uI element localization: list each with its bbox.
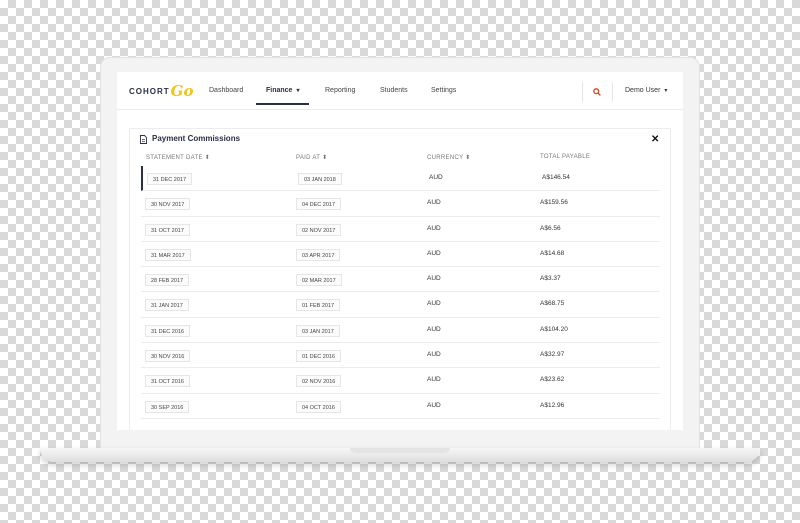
statement-date-chip: 30 NOV 2017 — [145, 198, 191, 211]
paid-at-chip: 01 FEB 2017 — [296, 299, 341, 312]
paid-at-chip: 03 JAN 2018 — [298, 173, 342, 185]
statement-date-chip: 31 DEC 2016 — [145, 324, 191, 337]
document-icon — [140, 135, 147, 144]
nav-divider — [612, 82, 613, 102]
table-row[interactable]: 30 SEP 2016 04 OCT 2016 AUD A$12.96 — [141, 394, 660, 419]
total-payable-cell: A$146.54 — [542, 174, 570, 181]
statement-date-chip: 31 OCT 2017 — [145, 223, 190, 236]
user-menu[interactable]: Demo User ▾ — [625, 72, 667, 110]
statement-date-chip: 31 OCT 2016 — [145, 375, 190, 388]
statement-date-chip: 31 MAR 2017 — [145, 248, 191, 261]
search-icon[interactable] — [593, 88, 601, 96]
total-payable-cell: A$23.62 — [540, 376, 565, 384]
paid-at-chip: 02 NOV 2016 — [296, 375, 342, 388]
statement-date-chip: 31 JAN 2017 — [145, 299, 189, 312]
nav-divider — [582, 82, 583, 102]
total-payable-cell: A$104.20 — [540, 325, 568, 333]
chevron-down-icon: ▾ — [296, 88, 300, 94]
paid-at-chip: 01 DEC 2016 — [296, 350, 342, 363]
column-header-currency[interactable]: CURRENCY ⬍ — [427, 154, 471, 161]
total-payable-cell: A$6.56 — [540, 224, 561, 232]
statement-date-chip: 28 FEB 2017 — [145, 274, 190, 287]
top-navigation: COHORT Go Dashboard Finance ▾ Reporting S… — [117, 72, 683, 110]
paid-at-chip: 04 OCT 2016 — [296, 400, 341, 413]
total-payable-cell: A$3.37 — [540, 275, 561, 283]
currency-cell: AUD — [427, 376, 441, 384]
currency-cell: AUD — [427, 199, 441, 207]
commissions-table: 31 DEC 2017 03 JAN 2018 AUD A$146.54 30 NOV … — [141, 166, 660, 419]
app-screen: COHORT Go Dashboard Finance ▾ Reporting S… — [117, 72, 683, 430]
column-header-statement-date[interactable]: STATEMENT DATE ⬍ — [146, 154, 210, 161]
nav-label: Settings — [431, 87, 457, 94]
total-payable-cell: A$68.75 — [540, 300, 565, 308]
currency-cell: AUD — [429, 174, 443, 181]
paid-at-chip: 03 APR 2017 — [296, 248, 341, 261]
total-payable-cell: A$32.97 — [540, 351, 565, 359]
column-header-paid-at[interactable]: PAID AT ⬍ — [296, 154, 327, 161]
currency-cell: AUD — [427, 249, 441, 257]
paid-at-chip: 02 MAR 2017 — [296, 274, 342, 287]
total-payable-cell: A$14.68 — [540, 249, 565, 257]
laptop-notch — [350, 448, 450, 453]
chevron-down-icon: ▾ — [664, 88, 668, 94]
nav-label: Reporting — [325, 87, 356, 94]
nav-item-students[interactable]: Students — [380, 72, 408, 110]
nav-label: Dashboard — [209, 87, 244, 94]
nav-item-finance[interactable]: Finance ▾ — [256, 72, 310, 105]
currency-cell: AUD — [427, 300, 441, 308]
statement-date-chip: 30 SEP 2016 — [145, 400, 190, 413]
user-name: Demo User — [625, 87, 661, 94]
table-row[interactable]: 31 MAR 2017 03 APR 2017 AUD A$14.68 — [141, 242, 660, 268]
statement-date-chip: 30 NOV 2016 — [145, 350, 191, 363]
currency-cell: AUD — [427, 401, 441, 409]
nav-item-settings[interactable]: Settings — [431, 72, 456, 110]
table-row[interactable]: 30 NOV 2017 04 DEC 2017 AUD A$159.56 — [141, 191, 660, 217]
currency-cell: AUD — [427, 351, 441, 359]
currency-cell: AUD — [427, 325, 441, 333]
panel-title: Payment Commissions — [152, 134, 241, 143]
close-icon[interactable]: ✕ — [651, 134, 659, 145]
currency-cell: AUD — [427, 224, 441, 232]
statement-date-chip: 31 DEC 2017 — [147, 173, 193, 185]
table-row[interactable]: 31 DEC 2017 03 JAN 2018 AUD A$146.54 — [141, 166, 660, 192]
table-row[interactable]: 31 OCT 2016 02 NOV 2016 AUD A$23.62 — [141, 368, 660, 394]
column-header-total-payable: TOTAL PAYABLE — [540, 154, 591, 160]
table-row[interactable]: 31 JAN 2017 01 FEB 2017 AUD A$68.75 — [141, 292, 660, 318]
currency-cell: AUD — [427, 275, 441, 283]
paid-at-chip: 03 JAN 2017 — [296, 324, 340, 337]
nav-label: Finance — [266, 87, 293, 94]
paid-at-chip: 02 NOV 2017 — [296, 223, 342, 236]
nav-item-dashboard[interactable]: Dashboard — [209, 72, 243, 110]
nav-item-reporting[interactable]: Reporting — [325, 72, 355, 110]
total-payable-cell: A$12.96 — [540, 401, 565, 409]
table-row[interactable]: 30 NOV 2016 01 DEC 2016 AUD A$32.97 — [141, 343, 660, 369]
total-payable-cell: A$159.56 — [540, 199, 568, 207]
table-row[interactable]: 31 OCT 2017 02 NOV 2017 AUD A$6.56 — [141, 217, 660, 242]
table-row[interactable]: 28 FEB 2017 02 MAR 2017 AUD A$3.37 — [141, 267, 660, 293]
logo-script: Go — [170, 82, 194, 100]
cohortgo-logo[interactable]: COHORT Go — [129, 82, 194, 100]
paid-at-chip: 04 DEC 2017 — [296, 198, 342, 211]
nav-label: Students — [380, 87, 408, 94]
logo-text: COHORT — [129, 86, 170, 96]
table-row[interactable]: 31 DEC 2016 03 JAN 2017 AUD A$104.20 — [141, 318, 660, 344]
